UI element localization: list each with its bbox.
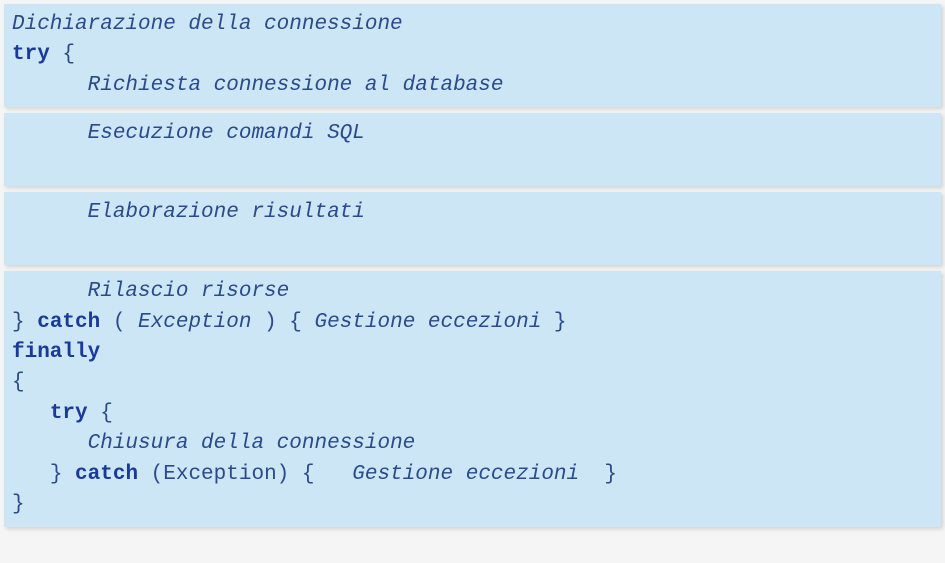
code-segment-kw: try	[50, 402, 88, 425]
code-segment-comment: Gestione eccezioni	[352, 463, 579, 486]
code-line: } catch (Exception) { Gestione eccezioni…	[12, 460, 933, 490]
code-line	[12, 150, 933, 180]
code-segment-plain: }	[579, 463, 617, 486]
code-pre: Dichiarazione della connessione try { Ric…	[12, 10, 933, 101]
code-segment-comment: Esecuzione comandi SQL	[88, 122, 365, 145]
code-segment-plain: }	[541, 311, 566, 334]
code-line: try {	[12, 399, 933, 429]
code-segment-kw: catch	[37, 311, 100, 334]
code-segment-comment: Chiusura della connessione	[88, 432, 416, 455]
code-segment-comment: Dichiarazione della connessione	[12, 13, 403, 36]
code-segment-plain: {	[88, 402, 113, 425]
code-segment-kw: catch	[75, 463, 138, 486]
code-segment-plain: }	[50, 463, 75, 486]
code-block-2: Elaborazione risultati	[4, 192, 941, 265]
code-line: Esecuzione comandi SQL	[12, 119, 933, 149]
code-pre: Elaborazione risultati	[12, 198, 933, 259]
code-segment-plain: ) {	[251, 311, 314, 334]
code-container: Dichiarazione della connessione try { Ric…	[4, 4, 941, 527]
code-segment-comment: Rilascio risorse	[88, 280, 290, 303]
code-segment-kw: finally	[12, 341, 100, 364]
code-segment-plain	[12, 232, 25, 255]
code-line: }	[12, 490, 933, 520]
code-line: Chiusura della connessione	[12, 429, 933, 459]
code-line: try {	[12, 40, 933, 70]
code-line: {	[12, 368, 933, 398]
code-segment-comment: Exception	[138, 311, 251, 334]
code-line: finally	[12, 338, 933, 368]
code-segment-plain: }	[12, 311, 37, 334]
code-segment-kw: try	[12, 43, 50, 66]
code-block-3: Rilascio risorse } catch ( Exception ) { …	[4, 271, 941, 527]
code-segment-comment: Elaborazione risultati	[88, 201, 365, 224]
code-line: Dichiarazione della connessione	[12, 10, 933, 40]
code-segment-plain: {	[12, 371, 25, 394]
code-block-1: Esecuzione comandi SQL	[4, 113, 941, 186]
code-line: Rilascio risorse	[12, 277, 933, 307]
code-segment-comment: Richiesta connessione al database	[88, 74, 504, 97]
code-block-0: Dichiarazione della connessione try { Ric…	[4, 4, 941, 107]
code-segment-plain: {	[50, 43, 75, 66]
code-segment-plain: (Exception) {	[138, 463, 352, 486]
code-pre: Rilascio risorse } catch ( Exception ) { …	[12, 277, 933, 521]
code-line	[12, 229, 933, 259]
code-line: Elaborazione risultati	[12, 198, 933, 228]
code-segment-plain: (	[100, 311, 138, 334]
code-pre: Esecuzione comandi SQL	[12, 119, 933, 180]
code-segment-plain: }	[12, 493, 25, 516]
code-segment-plain	[12, 153, 25, 176]
code-line: } catch ( Exception ) { Gestione eccezio…	[12, 308, 933, 338]
code-line: Richiesta connessione al database	[12, 71, 933, 101]
code-segment-comment: Gestione eccezioni	[314, 311, 541, 334]
